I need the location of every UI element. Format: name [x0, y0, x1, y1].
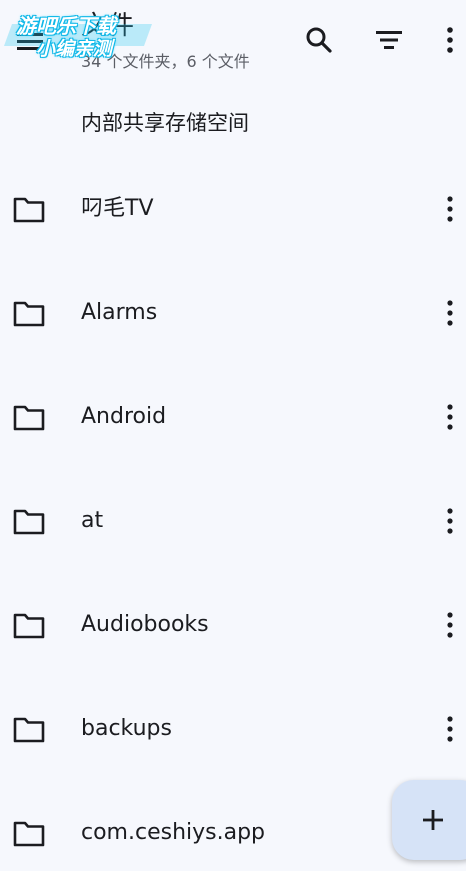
folder-name: backups [81, 716, 172, 741]
folder-name: at [81, 508, 104, 533]
more-vert-icon [447, 404, 453, 430]
folder-more-button[interactable] [436, 295, 464, 331]
folder-more-button[interactable] [436, 191, 464, 227]
folder-list: 叼毛TV Alarms Android at Audiobooks backup… [0, 157, 466, 871]
folder-icon [13, 613, 45, 639]
file-manager-screen: 文件 34 个文件夹，6 个文件 游吧乐下载 小编亲测 内部共享存储空间 叼毛T… [0, 0, 466, 871]
folder-icon [13, 509, 45, 535]
folder-name: Audiobooks [81, 612, 209, 637]
folder-more-button[interactable] [436, 503, 464, 539]
folder-row[interactable]: backups [0, 677, 466, 781]
watermark-logo: 游吧乐下载 小编亲测 [3, 10, 154, 62]
folder-more-button[interactable] [436, 607, 464, 643]
folder-more-button[interactable] [436, 711, 464, 747]
folder-icon [13, 301, 45, 327]
more-vert-icon [447, 196, 453, 222]
overflow-menu-button[interactable] [430, 20, 466, 60]
more-vert-icon [447, 716, 453, 742]
more-vert-icon [447, 508, 453, 534]
search-icon [306, 27, 332, 53]
more-vert-icon [447, 27, 453, 53]
folder-icon [13, 197, 45, 223]
top-app-bar: 文件 34 个文件夹，6 个文件 游吧乐下载 小编亲测 [0, 0, 466, 84]
storage-location-label: 内部共享存储空间 [81, 111, 249, 135]
folder-row[interactable]: Alarms [0, 261, 466, 365]
folder-name: 叼毛TV [81, 196, 154, 221]
sort-button[interactable] [369, 20, 409, 60]
folder-row[interactable]: 叼毛TV [0, 157, 466, 261]
search-button[interactable] [299, 20, 339, 60]
folder-name: Alarms [81, 300, 158, 325]
sort-icon [376, 31, 402, 49]
folder-row[interactable]: Audiobooks [0, 573, 466, 677]
folder-name: com.ceshiys.app [81, 820, 266, 845]
more-vert-icon [447, 612, 453, 638]
folder-row[interactable]: Android [0, 365, 466, 469]
watermark-line2: 小编亲测 [36, 38, 113, 60]
add-icon [423, 810, 443, 830]
folder-name: Android [81, 404, 167, 429]
folder-row[interactable]: at [0, 469, 466, 573]
folder-icon [13, 821, 45, 847]
folder-icon [13, 405, 45, 431]
add-fab-button[interactable] [392, 780, 466, 860]
folder-icon [13, 717, 45, 743]
more-vert-icon [447, 300, 453, 326]
folder-more-button[interactable] [436, 399, 464, 435]
